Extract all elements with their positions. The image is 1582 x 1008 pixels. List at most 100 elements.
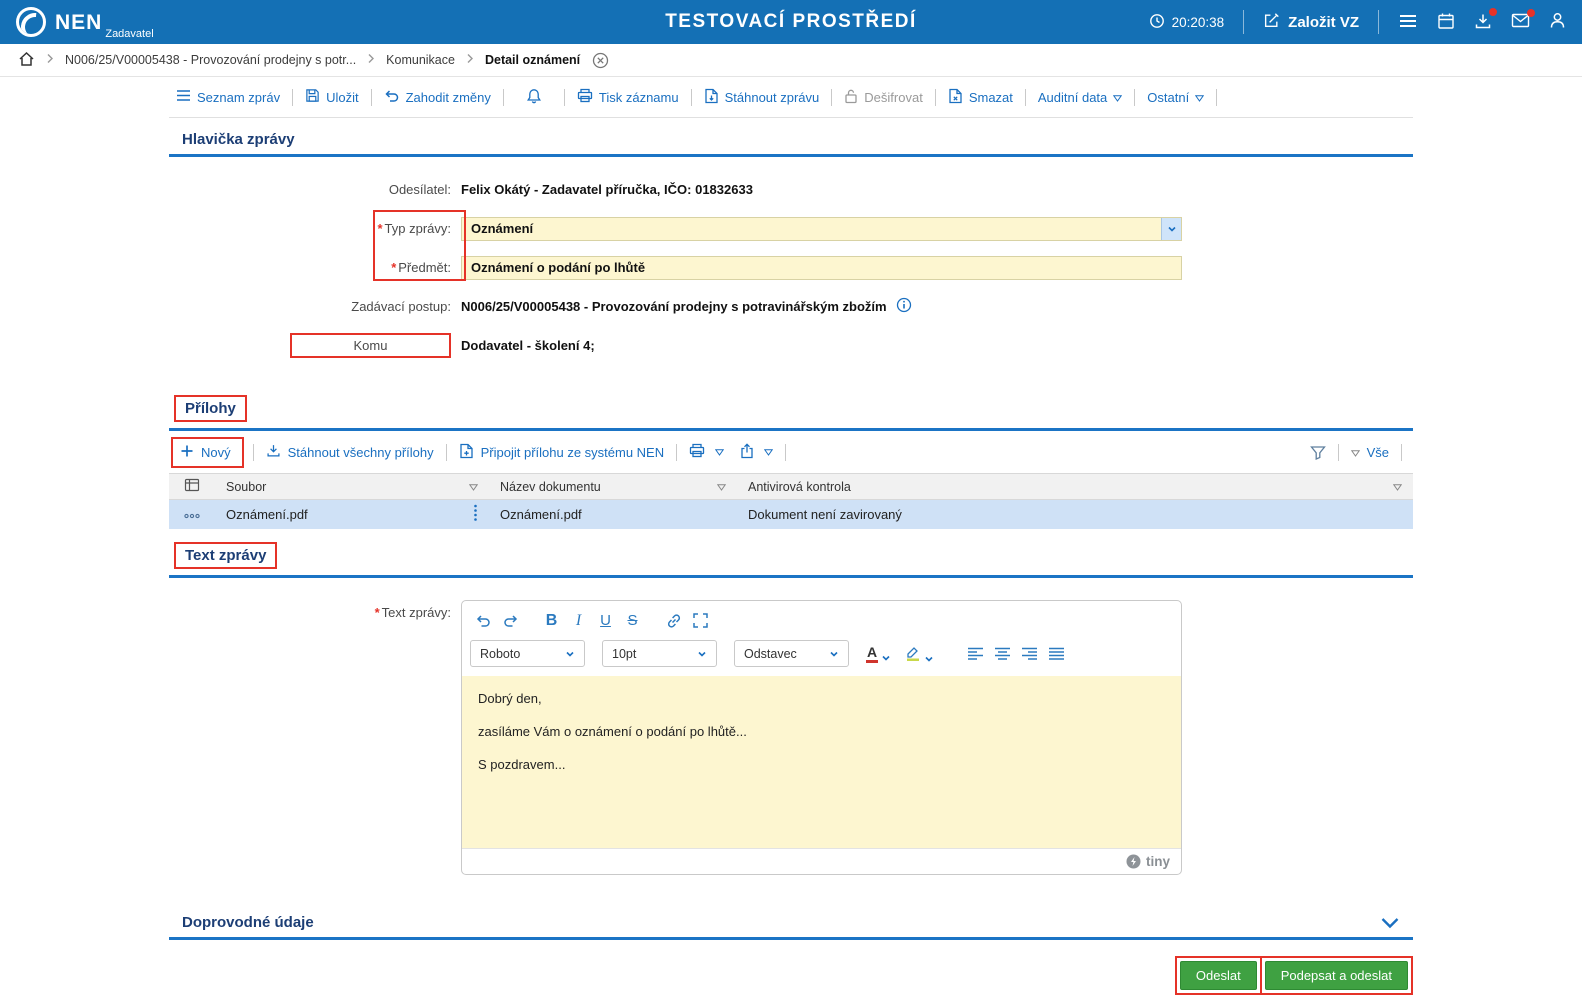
toolbar-separator	[1401, 443, 1402, 461]
print-attachments-dropdown[interactable]	[686, 443, 727, 461]
recipient-label[interactable]: Komu	[290, 333, 451, 358]
font-family-select[interactable]: Roboto	[470, 640, 585, 667]
toolbar-separator	[1024, 88, 1026, 106]
save-button[interactable]: Uložit	[302, 88, 362, 106]
section-header: Doprovodné údaje	[169, 901, 1413, 940]
message-text-section: Text zprávy * Text zprávy: B I U S Robot…	[169, 529, 1413, 875]
justify-button[interactable]	[1043, 641, 1070, 666]
info-icon[interactable]	[896, 297, 912, 316]
align-right-button[interactable]	[1016, 641, 1043, 666]
discard-changes-button[interactable]: Zahodit změny	[381, 89, 494, 106]
column-resize-handle[interactable]	[473, 504, 478, 525]
menu-button[interactable]	[1398, 13, 1418, 32]
notification-badge	[1489, 7, 1497, 16]
tiny-logo-icon	[1126, 854, 1141, 869]
procedure-row: Zadávací postup: N006/25/V00005438 - Pro…	[169, 294, 1413, 319]
editor-content[interactable]: Dobrý den, zasíláme Vám o oznámení o pod…	[462, 676, 1181, 848]
message-type-label-cell: * Typ zprávy:	[169, 221, 461, 236]
column-header-nazev[interactable]: Název dokumentu	[489, 480, 737, 494]
underline-button[interactable]: U	[592, 608, 619, 633]
other-dropdown[interactable]: Ostatní	[1144, 90, 1207, 105]
fullscreen-button[interactable]	[687, 608, 714, 633]
document-download-icon	[704, 88, 719, 107]
new-attachment-button[interactable]: Nový	[177, 444, 234, 461]
undo-button[interactable]	[470, 608, 497, 633]
message-list-button[interactable]: Seznam zpráv	[173, 89, 283, 105]
attach-from-nen-button[interactable]: Připojit přílohu ze systému NEN	[456, 443, 668, 462]
link-button[interactable]	[660, 608, 687, 633]
row-menu-cell[interactable]	[169, 507, 215, 522]
editor-toolbar-row1: B I U S	[462, 601, 1181, 636]
message-type-row: * Typ zprávy: Oznámení	[169, 216, 1413, 241]
text-color-button[interactable]: A	[866, 644, 891, 664]
home-button[interactable]	[18, 51, 35, 70]
select-dropdown-button[interactable]	[1161, 217, 1181, 240]
notifications-bell-button[interactable]	[513, 88, 555, 107]
delete-button[interactable]: Smazat	[945, 88, 1016, 107]
editor-paragraph: zasíláme Vám o oznámení o podání po lhůt…	[478, 724, 747, 739]
message-type-select[interactable]: Oznámení	[461, 216, 1182, 241]
column-header-antivir[interactable]: Antivirová kontrola	[737, 480, 1413, 494]
breadcrumb-separator-icon	[466, 53, 474, 67]
delete-label: Smazat	[968, 89, 1013, 105]
dropdown-triangle-icon	[1350, 445, 1360, 460]
redo-button[interactable]	[497, 608, 524, 633]
red-annotation-box-new: Nový	[171, 436, 244, 468]
export-attachments-dropdown[interactable]	[737, 442, 776, 462]
chevron-down-icon	[697, 649, 707, 659]
sender-value: Felix Okátý - Zadavatel příručka, IČO: 0…	[461, 182, 753, 197]
printer-icon	[689, 443, 705, 461]
subject-input[interactable]: Oznámení o podání po lhůtě	[461, 255, 1182, 280]
nen-logo-icon[interactable]	[16, 7, 46, 37]
decrypt-button[interactable]: Dešifrovat	[841, 88, 926, 107]
toolbar-separator	[690, 88, 692, 106]
filter-triangle-icon[interactable]	[468, 480, 479, 494]
message-text-label: Text zprávy:	[381, 605, 451, 620]
document-name: Oznámení.pdf	[500, 507, 582, 522]
expand-section-button[interactable]	[1379, 916, 1401, 931]
paragraph-format-select[interactable]: Odstavec	[734, 640, 849, 667]
print-record-button[interactable]: Tisk záznamu	[574, 88, 682, 106]
close-record-icon[interactable]	[592, 52, 609, 69]
send-button[interactable]: Odeslat	[1179, 961, 1257, 990]
attachments-section: Přílohy Nový Stáhnout všechny přílohy Př…	[169, 382, 1413, 529]
highlighter-icon	[905, 644, 921, 664]
calendar-button[interactable]	[1437, 12, 1455, 33]
download-all-label: Stáhnout všechny přílohy	[287, 444, 434, 460]
column-label: Soubor	[226, 479, 267, 494]
filter-funnel-button[interactable]	[1307, 445, 1329, 460]
profile-button[interactable]	[1549, 12, 1566, 32]
table-row[interactable]: Oznámení.pdf Oznámení.pdf Dokument není …	[169, 500, 1413, 529]
download-all-attachments-button[interactable]: Stáhnout všechny přílohy	[263, 443, 437, 461]
audit-data-dropdown[interactable]: Auditní data	[1035, 90, 1125, 105]
dropdown-triangle-icon	[1195, 90, 1205, 105]
sign-and-send-button[interactable]: Podepsat a odeslat	[1264, 961, 1408, 990]
show-all-filter-dropdown[interactable]: Vše	[1348, 445, 1392, 460]
breadcrumb-item-komunikace[interactable]: Komunikace	[386, 53, 455, 67]
messages-button[interactable]	[1511, 9, 1535, 31]
bold-button[interactable]: B	[538, 608, 565, 633]
grid-settings-cell[interactable]	[169, 478, 215, 495]
editor-status-bar: tiny	[462, 848, 1181, 874]
filter-triangle-icon[interactable]	[716, 480, 727, 494]
column-label: Název dokumentu	[500, 479, 601, 494]
align-center-button[interactable]	[989, 641, 1016, 666]
undo-icon	[384, 89, 400, 106]
highlight-color-button[interactable]	[905, 644, 934, 664]
download-message-button[interactable]: Stáhnout zprávu	[701, 88, 823, 107]
strikethrough-button[interactable]: S	[619, 608, 646, 633]
breadcrumb-current: Detail oznámení	[484, 53, 581, 67]
create-vz-button[interactable]: Založit VZ	[1263, 12, 1359, 33]
subject-label-cell: * Předmět:	[169, 260, 461, 275]
cell-nazev: Oznámení.pdf	[489, 507, 737, 522]
toolbar-separator	[502, 88, 504, 106]
breadcrumb-item-procedure[interactable]: N006/25/V00005438 - Provozování prodejny…	[65, 53, 356, 67]
additional-info-section: Doprovodné údaje	[169, 901, 1413, 940]
downloads-button[interactable]	[1474, 7, 1497, 33]
column-header-soubor[interactable]: Soubor	[215, 480, 489, 494]
filter-triangle-icon[interactable]	[1392, 480, 1403, 494]
unlock-icon	[844, 88, 858, 107]
italic-button[interactable]: I	[565, 608, 592, 633]
font-size-select[interactable]: 10pt	[602, 640, 717, 667]
align-left-button[interactable]	[962, 641, 989, 666]
